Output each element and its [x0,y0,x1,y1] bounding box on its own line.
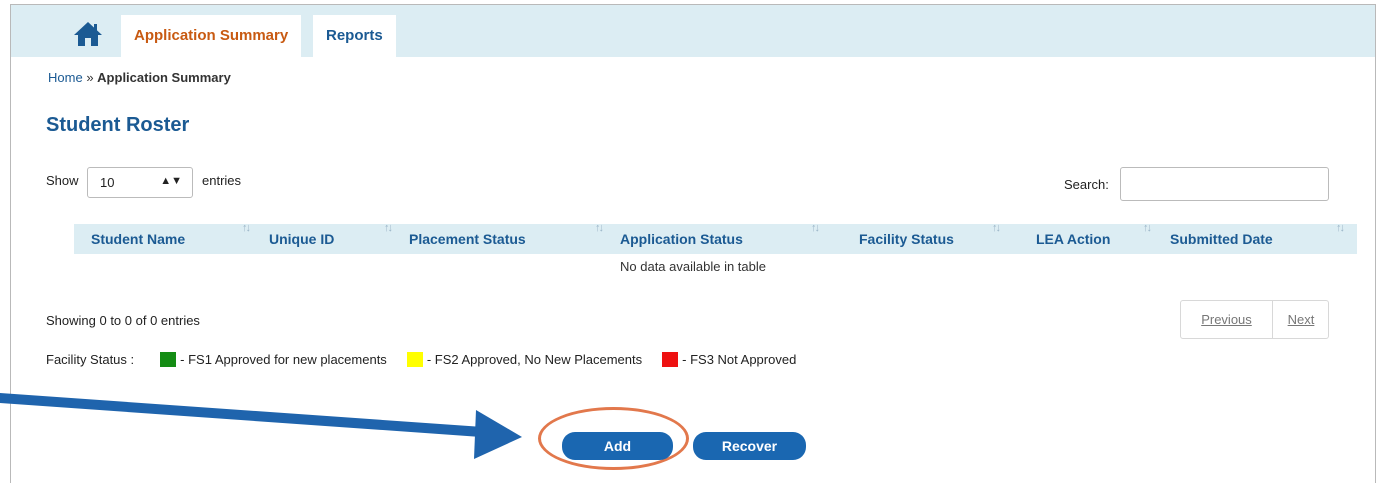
facility-status-legend: Facility Status : - FS1 Approved for new… [46,352,796,367]
legend-text: - FS2 Approved, No New Placements [426,352,643,367]
showing-entries-info: Showing 0 to 0 of 0 entries [46,313,200,328]
page-title: Student Roster [46,114,190,136]
column-header-lea-action[interactable]: LEA Action [1036,224,1110,254]
legend-item-fs3: - FS3 Not Approved [662,352,796,367]
column-header-application-status[interactable]: Application Status [620,224,743,254]
entries-select[interactable]: 10 ▲▼ [87,167,193,198]
tab-reports[interactable]: Reports [313,15,396,57]
select-arrows-icon: ▲▼ [160,175,182,187]
home-icon[interactable] [71,19,105,49]
column-header-facility-status[interactable]: Facility Status [859,224,954,254]
sort-icon[interactable]: ↑↓ [595,222,604,234]
breadcrumb: Home » Application Summary [48,70,231,85]
legend-item-fs1: - FS1 Approved for new placements [160,352,387,367]
entries-label: entries [202,173,242,188]
search-input[interactable] [1120,167,1329,201]
breadcrumb-home-link[interactable]: Home [48,70,83,85]
legend-label: Facility Status : [46,352,135,367]
sort-icon[interactable]: ↑↓ [1336,222,1345,234]
empty-table-message: No data available in table [620,259,766,274]
previous-page-button[interactable]: Previous [1181,301,1273,338]
breadcrumb-separator: » [86,70,94,85]
show-label: Show [46,173,79,188]
recover-button[interactable]: Recover [693,432,806,460]
sort-icon[interactable]: ↑↓ [384,222,393,234]
search-label: Search: [1064,177,1109,192]
green-swatch [160,352,177,367]
next-page-button[interactable]: Next [1273,301,1329,338]
sort-icon[interactable]: ↑↓ [242,222,251,234]
column-header-student-name[interactable]: Student Name [91,224,185,254]
top-nav: Application Summary Reports [11,5,1375,57]
column-header-placement-status[interactable]: Placement Status [409,224,526,254]
add-button[interactable]: Add [562,432,673,460]
red-swatch [662,352,679,367]
column-header-submitted-date[interactable]: Submitted Date [1170,224,1273,254]
breadcrumb-current: Application Summary [97,70,231,85]
table-header-row: Student Name ↑↓ Unique ID ↑↓ Placement S… [74,222,1357,254]
pagination: Previous Next [1180,300,1329,339]
entries-select-value: 10 [100,175,115,190]
yellow-swatch [406,352,423,367]
legend-text: - FS1 Approved for new placements [180,352,387,367]
column-header-unique-id[interactable]: Unique ID [269,224,334,254]
legend-text: - FS3 Not Approved [682,352,797,367]
tab-application-summary[interactable]: Application Summary [121,15,302,57]
sort-icon[interactable]: ↑↓ [992,222,1001,234]
sort-icon[interactable]: ↑↓ [1143,222,1152,234]
legend-item-fs2: - FS2 Approved, No New Placements [406,352,643,367]
sort-icon[interactable]: ↑↓ [811,222,820,234]
